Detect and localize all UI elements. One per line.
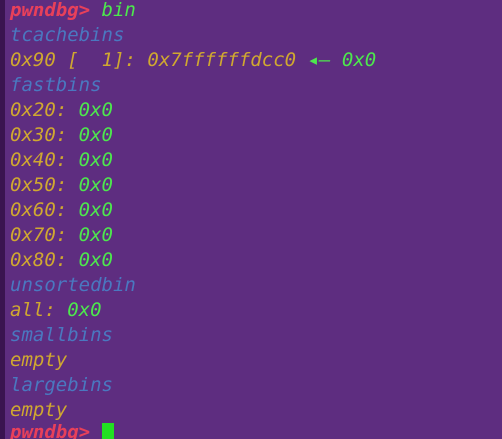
tcache-bracket-close: ]: bbox=[113, 49, 136, 71]
fastbin-size: 0x70: bbox=[10, 224, 68, 246]
fastbin-value: 0x0 bbox=[78, 149, 113, 171]
fastbin-value: 0x0 bbox=[78, 99, 113, 121]
smallbins-entry: empty bbox=[10, 348, 67, 373]
fastbin-entry: 0x20: 0x0 bbox=[10, 98, 113, 123]
command-line: pwndbg> bin bbox=[10, 0, 136, 23]
prompt: pwndbg> bbox=[10, 0, 91, 21]
fastbin-entry: 0x40: 0x0 bbox=[10, 148, 113, 173]
tcache-count: 1 bbox=[101, 49, 114, 71]
smallbins-value: empty bbox=[10, 349, 68, 371]
command-text: bin bbox=[101, 0, 136, 21]
fastbin-size: 0x50: bbox=[10, 174, 68, 196]
fastbin-size: 0x20: bbox=[10, 99, 68, 121]
unsortedbin-value: 0x0 bbox=[67, 299, 102, 321]
tcache-next: 0x0 bbox=[341, 49, 377, 71]
tcache-entry: 0x90 [ 1]: 0x7ffffffdcc0 ◂— 0x0 bbox=[10, 48, 376, 73]
fastbin-entry: 0x60: 0x0 bbox=[10, 198, 113, 223]
smallbins-header: smallbins bbox=[10, 323, 113, 348]
fastbin-size: 0x80: bbox=[10, 249, 68, 271]
unsortedbin-header: unsortedbin bbox=[10, 273, 136, 298]
fastbin-value: 0x0 bbox=[78, 199, 113, 221]
tcachebins-header-label: tcachebins bbox=[10, 24, 125, 46]
input-line[interactable]: pwndbg> bbox=[10, 420, 114, 439]
largebins-header-label: largebins bbox=[10, 374, 113, 396]
fastbin-value: 0x0 bbox=[78, 224, 113, 246]
fastbin-entry: 0x80: 0x0 bbox=[10, 248, 113, 273]
tcache-bracket-open: [ bbox=[67, 49, 79, 71]
unsortedbin-entry: all: 0x0 bbox=[10, 298, 102, 323]
largebins-value: empty bbox=[10, 399, 68, 421]
fastbin-value: 0x0 bbox=[78, 124, 113, 146]
fastbin-entry: 0x30: 0x0 bbox=[10, 123, 113, 148]
fastbin-size: 0x30: bbox=[10, 124, 68, 146]
terminal-window[interactable]: pwndbg> bin tcachebins 0x90 [ 1]: 0x7fff… bbox=[0, 0, 502, 439]
tcachebins-header: tcachebins bbox=[10, 23, 124, 48]
fastbin-value: 0x0 bbox=[78, 249, 113, 271]
unsortedbin-label: all: bbox=[10, 299, 56, 321]
largebins-header: largebins bbox=[10, 373, 113, 398]
fastbin-entry: 0x50: 0x0 bbox=[10, 173, 113, 198]
fastbin-size: 0x60: bbox=[10, 199, 68, 221]
arrow-icon: ◂— bbox=[307, 49, 331, 71]
fastbin-size: 0x40: bbox=[10, 149, 68, 171]
prompt: pwndbg> bbox=[10, 421, 91, 439]
smallbins-header-label: smallbins bbox=[10, 324, 113, 346]
fastbin-value: 0x0 bbox=[78, 174, 113, 196]
text-cursor bbox=[101, 423, 114, 439]
fastbin-entry: 0x70: 0x0 bbox=[10, 223, 113, 248]
terminal-left-border bbox=[0, 0, 5, 439]
fastbins-header: fastbins bbox=[10, 73, 102, 98]
tcache-address: 0x7ffffffdcc0 bbox=[147, 49, 297, 71]
fastbins-header-label: fastbins bbox=[10, 74, 102, 96]
tcache-size: 0x90 bbox=[10, 49, 56, 71]
unsortedbin-header-label: unsortedbin bbox=[10, 274, 136, 296]
